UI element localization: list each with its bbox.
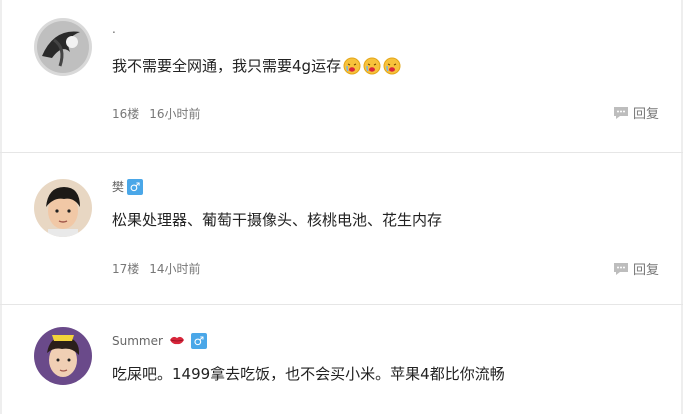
avatar[interactable] (34, 18, 92, 76)
comment-body: 松果处理器、葡萄干摄像头、核桃电池、花生内存 (112, 211, 443, 229)
reply-button[interactable]: 回复 (613, 259, 659, 278)
username[interactable]: . (112, 22, 116, 36)
male-gender-icon: ♂ (127, 178, 144, 195)
comment-body: 我不需要全网通，我只需要4g运存 (112, 57, 342, 75)
comment-meta: 16楼 16小时前 (112, 105, 201, 122)
comment-item: 樊 ♂ 松果处理器、葡萄干摄像头、核桃电池、花生内存 17楼 14小时前 回复 (0, 152, 683, 304)
avatar[interactable] (34, 179, 92, 237)
reply-label[interactable]: 回复 (633, 259, 659, 278)
left-divider (0, 153, 2, 304)
comment-bubble-icon (613, 262, 629, 276)
comment-item: . 我不需要全网通，我只需要4g运存 16楼 16小时前 回复 (0, 0, 683, 152)
floor-number: 16楼 (112, 107, 140, 121)
lips-icon (169, 334, 185, 348)
username[interactable]: Summer ♂ (112, 333, 207, 349)
username-text[interactable]: . (112, 22, 116, 36)
comment-bubble-icon (613, 106, 629, 120)
left-divider (0, 0, 2, 152)
timestamp: 14小时前 (149, 262, 201, 276)
comment-text: 吃屎吧。1499拿去吃饭，也不会买小米。苹果4都比你流畅 (112, 363, 505, 384)
crying-face-emoji-icon (363, 57, 381, 75)
comment-item: Summer ♂ 吃屎吧。1499拿去吃饭，也不会买小米。苹果4都比你流畅 (0, 304, 683, 414)
comment-body: 吃屎吧。1499拿去吃饭，也不会买小米。苹果4都比你流畅 (112, 365, 505, 383)
left-divider (0, 305, 2, 414)
reply-label[interactable]: 回复 (633, 103, 659, 122)
timestamp: 16小时前 (149, 107, 201, 121)
floor-number: 17楼 (112, 262, 140, 276)
username-text[interactable]: 樊 (112, 178, 124, 195)
crying-face-emoji-icon (343, 57, 361, 75)
reply-button[interactable]: 回复 (613, 103, 659, 122)
comment-text: 我不需要全网通，我只需要4g运存 (112, 55, 401, 76)
crying-face-emoji-icon (383, 57, 401, 75)
username[interactable]: 樊 ♂ (112, 178, 144, 195)
comment-text: 松果处理器、葡萄干摄像头、核桃电池、花生内存 (112, 209, 442, 230)
male-gender-icon: ♂ (190, 333, 207, 349)
username-text[interactable]: Summer (112, 334, 163, 348)
avatar[interactable] (34, 327, 92, 385)
comment-meta: 17楼 14小时前 (112, 260, 201, 277)
